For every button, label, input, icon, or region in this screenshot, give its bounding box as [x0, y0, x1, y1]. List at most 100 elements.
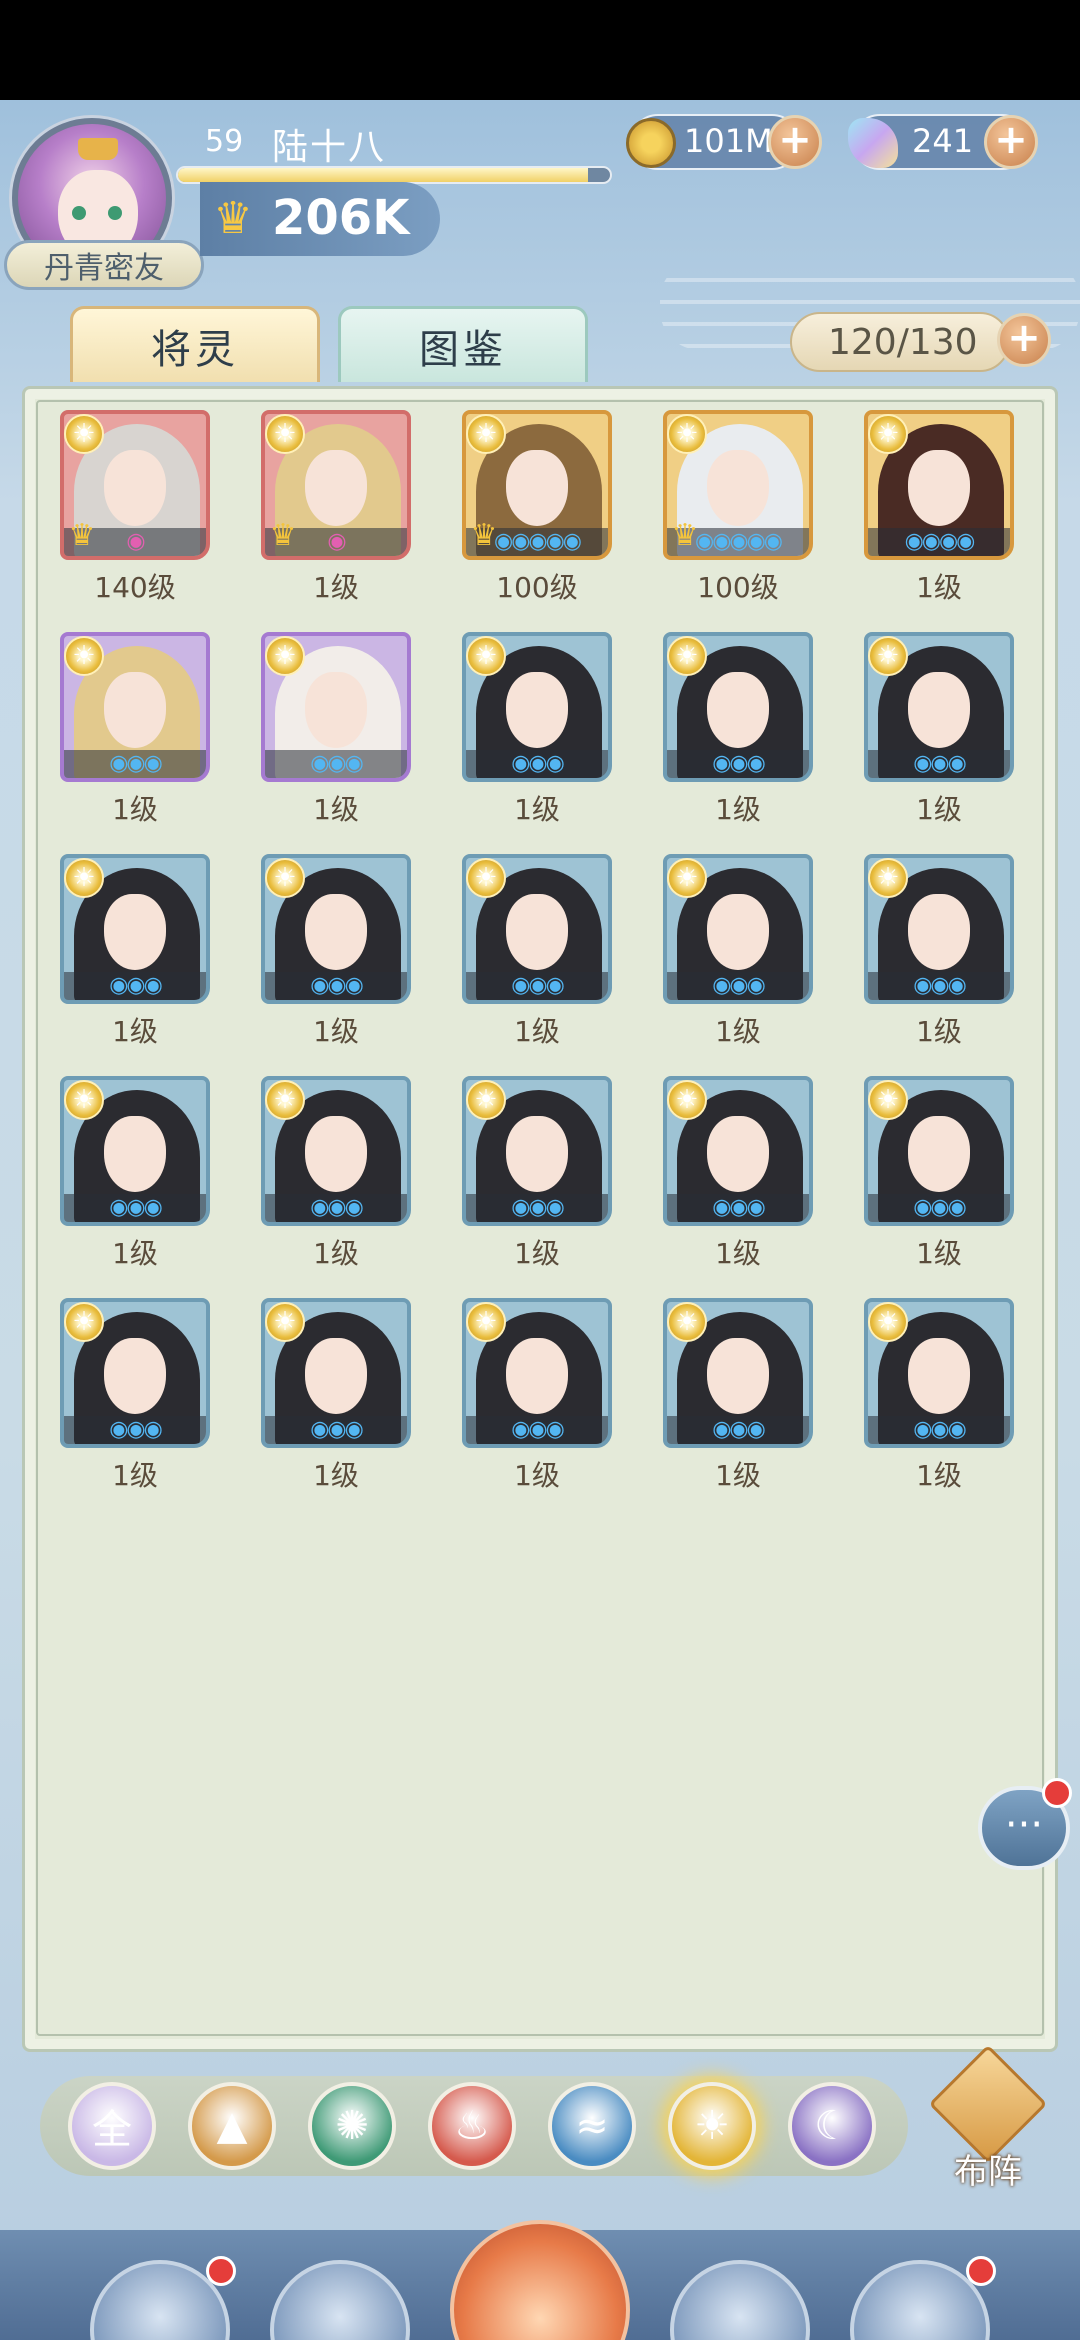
player-name: 陆十八	[272, 127, 387, 168]
hero-level: 1级	[112, 1237, 158, 1270]
hero-level: 1级	[313, 1015, 359, 1048]
sun-element-icon: ☀	[466, 1080, 506, 1120]
expand-capacity-button[interactable]: +	[997, 313, 1051, 367]
player-level: 59	[205, 124, 244, 159]
hero-portrait: ☀ ◉◉◉◉	[864, 410, 1014, 560]
tab-heroes[interactable]: 将灵	[70, 306, 320, 382]
hero-card[interactable]: ☀ ◉◉◉ 1级	[261, 632, 411, 828]
hero-portrait: ☀ ♛ ◉	[261, 410, 411, 560]
portrait-face	[908, 894, 970, 970]
sun-element-icon: ☀	[667, 414, 707, 454]
star-drops-icon: ◉◉◉	[712, 751, 766, 776]
hero-card[interactable]: ☀ ◉◉◉ 1级	[60, 1298, 210, 1494]
hero-card[interactable]: ☀ ♛ ◉ 140级	[60, 410, 210, 606]
sun-element-icon: ☀	[466, 414, 506, 454]
hero-portrait: ☀ ◉◉◉	[60, 1298, 210, 1448]
hero-card[interactable]: ☀ ◉◉◉ 1级	[663, 1298, 813, 1494]
hero-level: 1级	[715, 1459, 761, 1492]
hero-card[interactable]: ☀ ◉◉◉ 1级	[261, 1076, 411, 1272]
hero-card[interactable]: ☀ ◉◉◉ 1级	[261, 1298, 411, 1494]
hero-card[interactable]: ☀ ◉◉◉ 1级	[462, 1076, 612, 1272]
hero-card[interactable]: ☀ ◉◉◉ 1级	[663, 854, 813, 1050]
nav-item[interactable]: 将灵	[260, 2260, 420, 2340]
hero-level: 1级	[112, 1015, 158, 1048]
portrait-face	[305, 1338, 367, 1414]
portrait-face	[707, 1338, 769, 1414]
portrait-face	[104, 894, 166, 970]
star-drops-icon: ◉◉◉	[712, 1195, 766, 1220]
hero-portrait: ☀ ◉◉◉	[60, 854, 210, 1004]
hero-card[interactable]: ☀ ◉◉◉ 1级	[60, 854, 210, 1050]
add-gold-button[interactable]: +	[768, 115, 822, 169]
hero-card[interactable]: ☀ ◉◉◉ 1级	[864, 1298, 1014, 1494]
sun-element-icon: ☀	[265, 414, 305, 454]
nav-item[interactable]: 主城	[80, 2256, 240, 2340]
sun-element-icon: ☀	[64, 1302, 104, 1342]
hero-portrait: ☀ ◉◉◉	[60, 632, 210, 782]
star-drops-icon: ◉◉◉	[511, 1195, 565, 1220]
mountain-icon[interactable]: ▲	[188, 2082, 276, 2170]
portrait-face	[707, 672, 769, 748]
sun-element-icon: ☀	[265, 1080, 305, 1120]
hero-card[interactable]: ☀ ◉◉◉ 1级	[462, 854, 612, 1050]
sun-element-icon: ☀	[667, 636, 707, 676]
portrait-face	[104, 672, 166, 748]
tab-collection[interactable]: 图鉴	[338, 306, 588, 382]
star-drops-icon: ◉◉◉	[310, 1417, 364, 1442]
hero-portrait: ☀ ◉◉◉	[462, 854, 612, 1004]
hero-level: 140级	[94, 571, 176, 604]
star-drops-icon: ◉◉◉◉	[904, 529, 976, 554]
hero-portrait: ☀ ◉◉◉	[261, 1076, 411, 1226]
sun-icon[interactable]: ☀	[668, 2082, 756, 2170]
hero-card[interactable]: ☀ ◉◉◉ 1级	[864, 854, 1014, 1050]
water-icon[interactable]: ≈	[548, 2082, 636, 2170]
hero-card[interactable]: ☀ ◉◉◉ 1级	[462, 632, 612, 828]
hero-card[interactable]: ☀ ◉◉◉ 1级	[60, 1076, 210, 1272]
title-badge: 丹青密友	[4, 240, 204, 290]
nav-idle[interactable]: 挂机	[440, 2220, 640, 2340]
hero-card[interactable]: ☀ ◉◉◉ 1级	[462, 1298, 612, 1494]
nav-item[interactable]: 试炼	[840, 2256, 1000, 2340]
formation-button[interactable]: 布阵	[928, 2044, 1048, 2192]
sun-element-icon: ☀	[265, 858, 305, 898]
power-value: 206K	[272, 190, 410, 246]
sun-element-icon: ☀	[64, 858, 104, 898]
hero-card[interactable]: ☀ ◉◉◉ 1级	[261, 854, 411, 1050]
hero-card[interactable]: ☀ ♛ ◉◉◉◉◉ 100级	[663, 410, 813, 606]
hero-card[interactable]: ☀ ◉◉◉ 1级	[864, 632, 1014, 828]
hero-level: 1级	[514, 1459, 560, 1492]
hero-card[interactable]: ☀ ◉◉◉ 1级	[663, 632, 813, 828]
hero-level: 1级	[514, 1237, 560, 1270]
nav-item[interactable]: 背包	[660, 2260, 820, 2340]
hero-level: 1级	[313, 571, 359, 604]
hero-card[interactable]: ☀ ◉◉◉◉ 1级	[864, 410, 1014, 606]
hero-portrait: ☀ ◉◉◉	[261, 1298, 411, 1448]
portrait-face	[305, 894, 367, 970]
hero-card[interactable]: ☀ ◉◉◉ 1级	[60, 632, 210, 828]
hero-portrait: ☀ ◉◉◉	[864, 854, 1014, 1004]
star-drops-icon: ◉◉◉	[712, 1417, 766, 1442]
portrait-face	[104, 1116, 166, 1192]
hero-card[interactable]: ☀ ◉◉◉ 1级	[864, 1076, 1014, 1272]
hero-grid: ☀ ♛ ◉ 140级 ☀ ♛ ◉ 1级 ☀ ♛ ◉◉◉◉◉ 100级 ☀ ♛ ◉◉◉◉◉ 100级 ☀ ◉◉◉◉ 1…	[60, 410, 1020, 1494]
bag-icon	[670, 2260, 810, 2340]
hero-card[interactable]: ☀ ◉◉◉ 1级	[663, 1076, 813, 1272]
wings-crest-icon: ♛	[213, 193, 253, 244]
hero-level: 1级	[313, 1237, 359, 1270]
portrait-face	[506, 894, 568, 970]
star-drops-icon: ◉◉◉	[109, 1195, 163, 1220]
hero-level: 1级	[112, 1459, 158, 1492]
moon-icon[interactable]: ☾	[788, 2082, 876, 2170]
wind-icon[interactable]: ✺	[308, 2082, 396, 2170]
all-elements-icon[interactable]: 全	[68, 2082, 156, 2170]
fire-icon[interactable]: ♨	[428, 2082, 516, 2170]
gem-value: 241	[912, 122, 974, 160]
star-drops-icon: ◉◉◉	[310, 973, 364, 998]
notification-dot	[966, 2256, 996, 2286]
hero-level: 1级	[916, 1459, 962, 1492]
add-gem-button[interactable]: +	[984, 115, 1038, 169]
portrait-face	[707, 1116, 769, 1192]
hero-card[interactable]: ☀ ♛ ◉◉◉◉◉ 100级	[462, 410, 612, 606]
hero-card[interactable]: ☀ ♛ ◉ 1级	[261, 410, 411, 606]
hero-level: 100级	[496, 571, 578, 604]
